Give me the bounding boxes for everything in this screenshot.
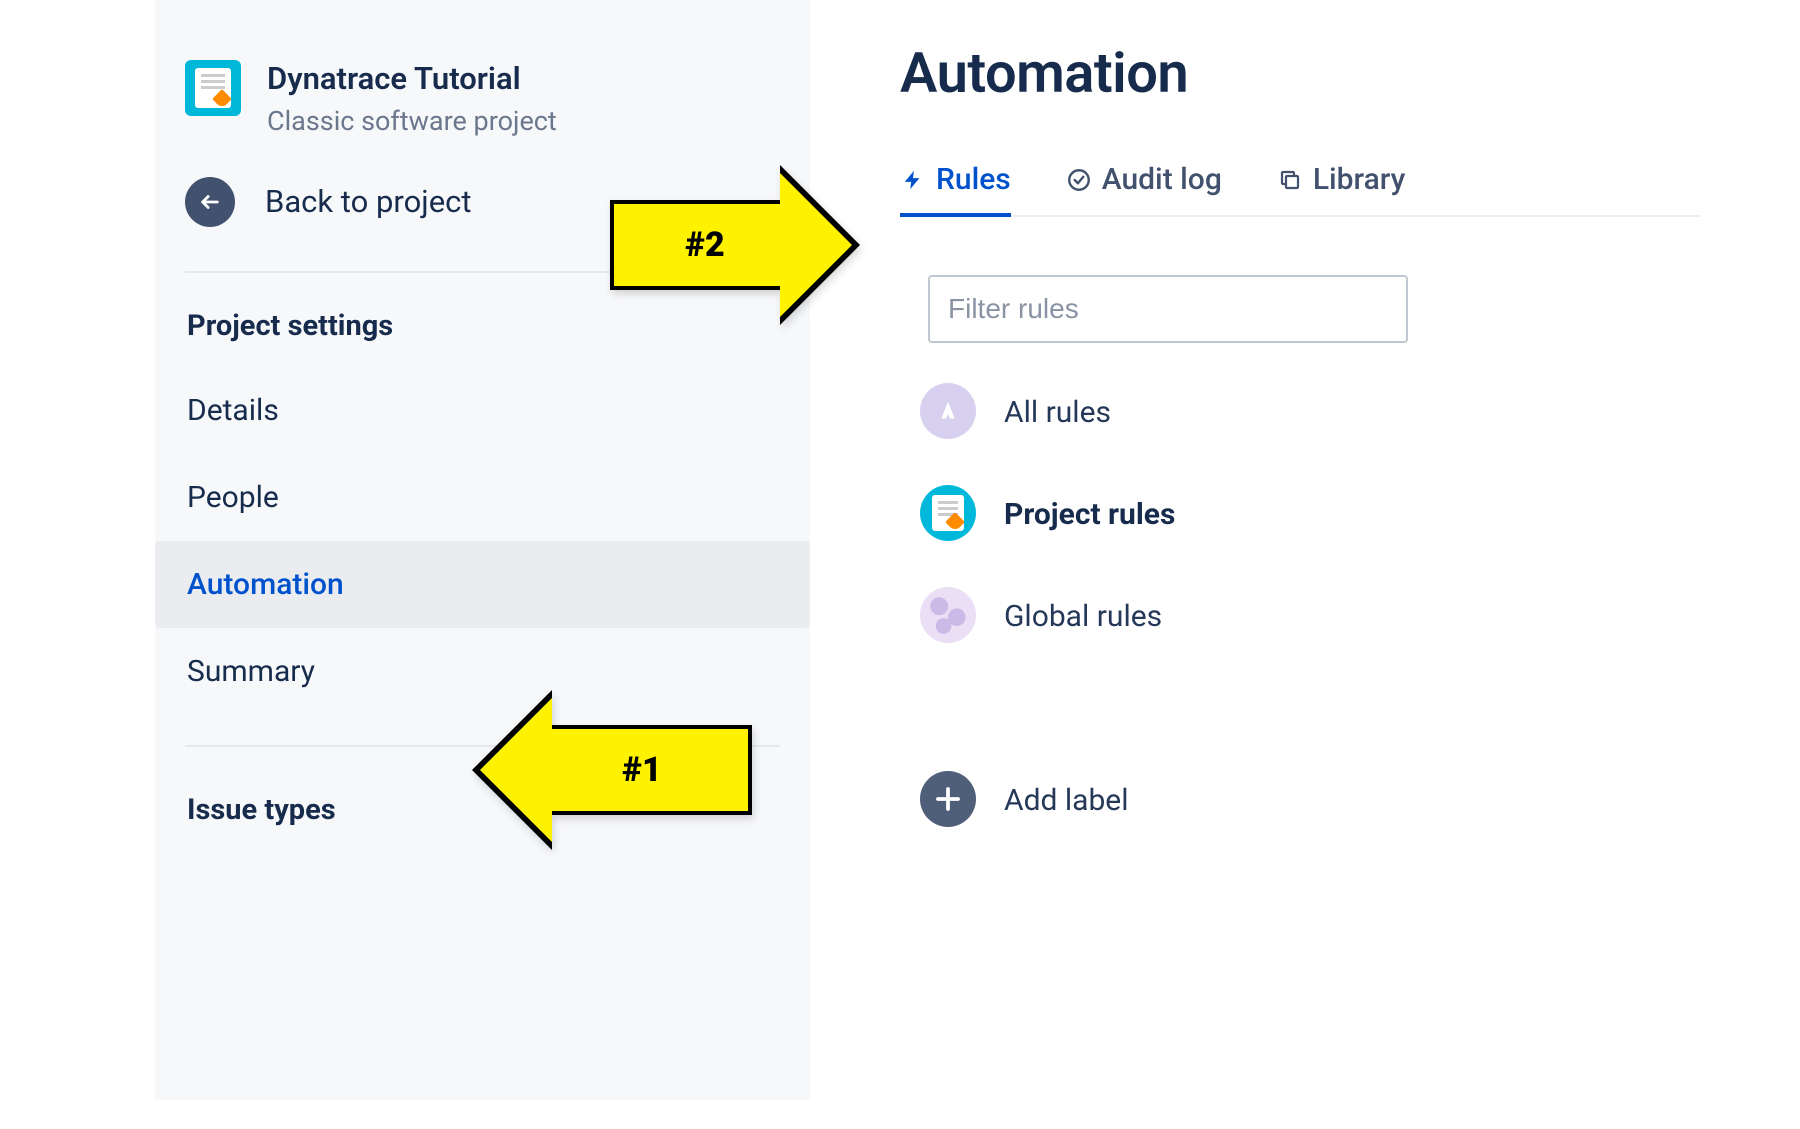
filter-rules-input[interactable]	[928, 275, 1408, 343]
tab-label: Library	[1313, 162, 1406, 197]
back-label: Back to project	[265, 183, 472, 220]
annotation-arrow-2: #2	[610, 165, 860, 325]
arrow-head-right-icon	[780, 165, 860, 325]
project-subtitle: Classic software project	[267, 105, 557, 137]
globe-icon	[920, 587, 976, 643]
project-title: Dynatrace Tutorial	[267, 60, 557, 99]
annotation-label: #2	[610, 200, 780, 290]
arrow-left-icon	[185, 177, 235, 227]
sidebar-item-details[interactable]: Details	[155, 367, 810, 454]
plus-icon	[920, 771, 976, 827]
tab-label: Audit log	[1102, 162, 1222, 197]
rule-group-global-rules[interactable]: Global rules	[920, 587, 1700, 643]
tab-rules[interactable]: Rules	[900, 156, 1011, 217]
annotation-label: #1	[552, 725, 752, 815]
project-avatar-icon	[185, 60, 241, 116]
rule-group-list: All rules Project rules Global rules Add…	[900, 383, 1700, 827]
tab-library[interactable]: Library	[1277, 156, 1406, 217]
project-header: Dynatrace Tutorial Classic software proj…	[155, 0, 810, 177]
atlassian-icon	[920, 383, 976, 439]
annotation-arrow-1: #1	[472, 690, 752, 850]
rule-group-project-rules[interactable]: Project rules	[920, 485, 1700, 541]
main-content: Automation Rules Audit log Library	[900, 0, 1700, 827]
add-label-button[interactable]: Add label	[920, 771, 1700, 827]
sidebar-item-people[interactable]: People	[155, 454, 810, 541]
rule-group-label: All rules	[1004, 393, 1111, 430]
tab-label: Rules	[936, 162, 1011, 197]
copy-icon	[1277, 167, 1303, 193]
sidebar-item-automation[interactable]: Automation	[155, 541, 810, 628]
project-icon	[920, 485, 976, 541]
tab-audit-log[interactable]: Audit log	[1066, 156, 1222, 217]
check-circle-icon	[1066, 167, 1092, 193]
rule-group-all-rules[interactable]: All rules	[920, 383, 1700, 439]
add-label-text: Add label	[1004, 781, 1129, 818]
rule-group-label: Project rules	[1004, 495, 1175, 532]
page-title: Automation	[900, 40, 1700, 106]
bolt-icon	[900, 167, 926, 193]
arrow-head-left-icon	[472, 690, 552, 850]
tabs: Rules Audit log Library	[900, 156, 1700, 217]
rule-group-label: Global rules	[1004, 597, 1162, 634]
